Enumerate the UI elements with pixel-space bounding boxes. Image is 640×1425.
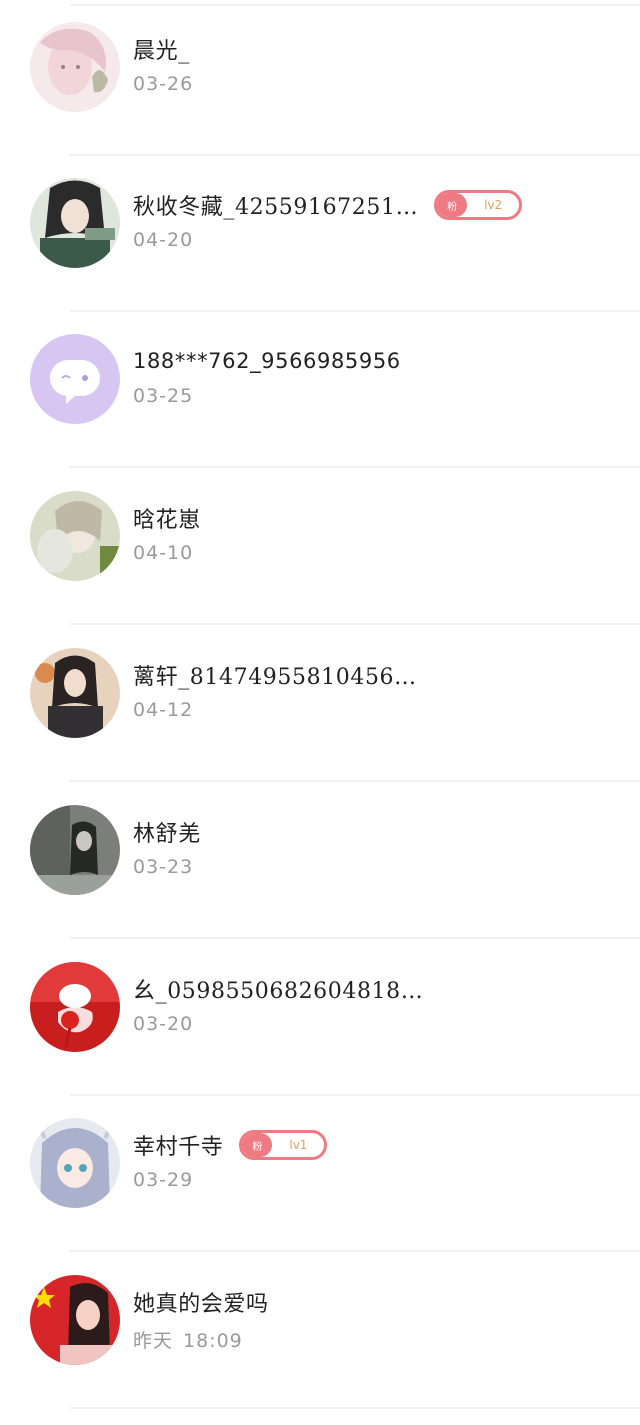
last-active-date: 04-12 — [133, 699, 194, 721]
avatar[interactable] — [30, 334, 120, 424]
avatar[interactable] — [30, 1275, 120, 1365]
last-active-date: 04-10 — [133, 542, 194, 564]
contact-name: 幸村千寺 — [133, 1135, 224, 1160]
avatar[interactable] — [30, 805, 120, 895]
contact-name: 秋收冬藏_42559167251… — [133, 195, 419, 220]
avatar-image — [30, 178, 120, 268]
fan-level: lv1 — [289, 1138, 308, 1152]
avatar-image — [30, 1275, 120, 1365]
last-active-date: 03-26 — [133, 73, 194, 95]
last-active-date: 03-20 — [133, 1013, 194, 1035]
avatar-image — [30, 22, 120, 112]
fan-tag: 粉 — [242, 1133, 273, 1157]
avatar-image — [30, 648, 120, 738]
avatar[interactable] — [30, 962, 120, 1052]
contact-name: 晨光_ — [133, 39, 190, 64]
contact-row[interactable]: 她真的会爱吗 昨天 18:09 — [0, 1253, 640, 1409]
avatar[interactable] — [30, 648, 120, 738]
avatar-image — [30, 962, 120, 1052]
avatar[interactable] — [30, 1118, 120, 1208]
divider — [70, 623, 640, 625]
contact-name: 幺_059855068260481887 — [133, 979, 428, 1004]
fan-level-badge: 粉 lv2 — [434, 190, 523, 220]
contact-row[interactable]: 林舒羌 03-23 — [0, 783, 640, 939]
default-avatar-icon — [30, 334, 120, 424]
divider — [70, 1407, 640, 1409]
contact-row[interactable]: 幺_059855068260481887 03-20 — [0, 940, 640, 1096]
avatar-image — [30, 1118, 120, 1208]
fan-level: lv2 — [484, 198, 503, 212]
contact-row[interactable]: 秋收冬藏_42559167251… 粉 lv2 04-20 — [0, 156, 640, 312]
last-active-date: 03-29 — [133, 1169, 194, 1191]
contact-name: 晗花崽 — [133, 508, 201, 533]
last-active-date: 04-20 — [133, 229, 194, 251]
contact-row[interactable]: 晨光_ 03-26 — [0, 0, 640, 156]
contact-row[interactable]: 晗花崽 04-10 — [0, 469, 640, 625]
contact-row[interactable]: 蓠轩_81474955810456268 04-12 — [0, 626, 640, 782]
divider — [70, 937, 640, 939]
contact-name: 她真的会爱吗 — [133, 1292, 269, 1317]
divider — [70, 1250, 640, 1252]
fan-tag: 粉 — [437, 193, 468, 217]
divider — [70, 780, 640, 782]
last-active-date: 03-25 — [133, 385, 194, 407]
contact-name: 林舒羌 — [133, 822, 201, 847]
avatar[interactable] — [30, 22, 120, 112]
divider — [70, 466, 640, 468]
last-active-date: 昨天 18:09 — [133, 1330, 243, 1352]
last-active-date: 03-23 — [133, 856, 194, 878]
contact-row[interactable]: 188***762_9566985956 03-25 — [0, 312, 640, 468]
contact-row[interactable]: 幸村千寺 粉 lv1 03-29 — [0, 1096, 640, 1252]
contact-list: 晨光_ 03-26 秋收冬藏_42559167251… 粉 lv2 04-20 — [0, 0, 640, 1425]
contact-name: 188***762_9566985956 — [133, 349, 401, 373]
fan-level-badge: 粉 lv1 — [239, 1130, 328, 1160]
avatar-image — [30, 805, 120, 895]
contact-name: 蓠轩_81474955810456268 — [133, 665, 428, 690]
avatar[interactable] — [30, 491, 120, 581]
avatar-image — [30, 491, 120, 581]
avatar[interactable] — [30, 178, 120, 268]
